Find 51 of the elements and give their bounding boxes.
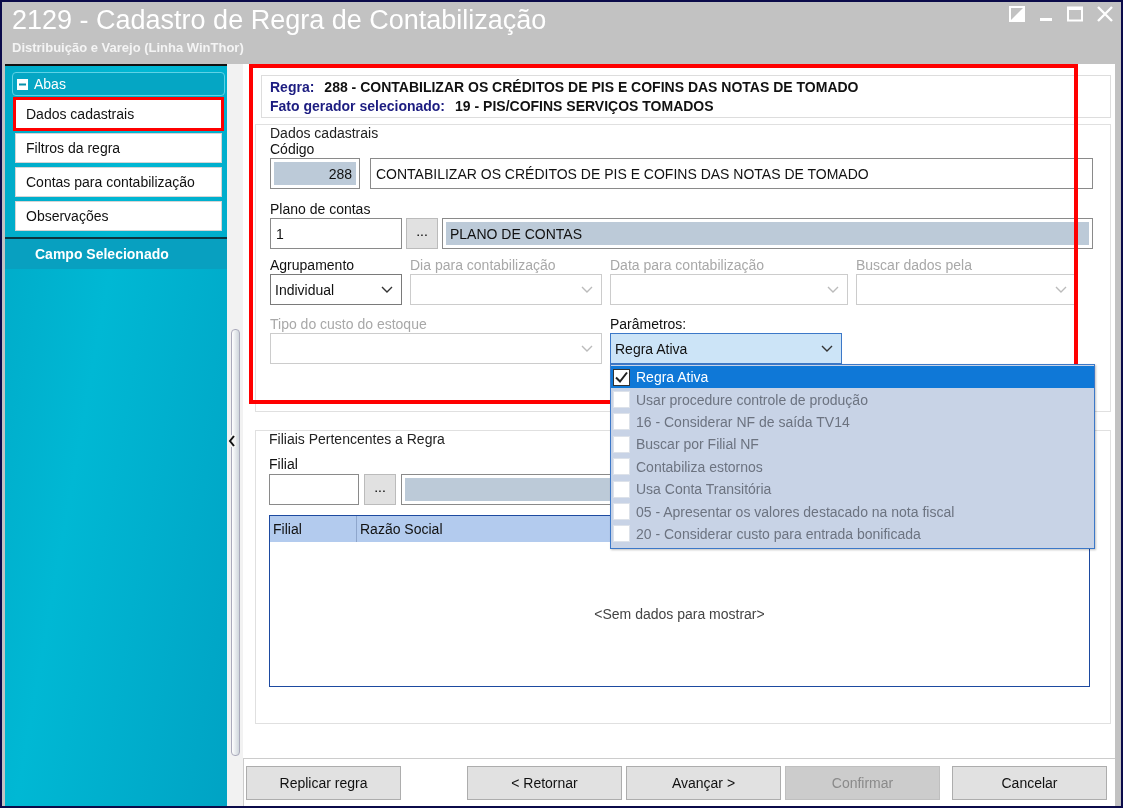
field-label: Tipo do custo do estoque: [270, 316, 427, 332]
field-label: Dia para contabilização: [410, 257, 556, 273]
sidebar-tab[interactable]: Dados cadastrais: [15, 99, 223, 129]
group-title: Filiais Pertencentes a Regra: [269, 431, 447, 447]
close-icon[interactable]: [1097, 6, 1113, 22]
lookup-button[interactable]: ...: [364, 474, 396, 505]
code-field[interactable]: 288: [270, 158, 360, 189]
chart-code-field[interactable]: 1: [270, 218, 402, 249]
trigger-value: 19 - PIS/COFINS SERVIÇOS TOMADOS: [455, 98, 714, 114]
rule-value: 288 - CONTABILIZAR OS CRÉDITOS DE PIS E COFINS DAS NOTAS DE TOMADO: [324, 79, 859, 95]
description-field[interactable]: CONTABILIZAR OS CRÉDITOS DE PIS E COFINS DAS NOTAS DE TOMADO: [370, 158, 1093, 189]
field-label: Código: [270, 141, 315, 157]
sidebar-tab[interactable]: Contas para contabilização: [15, 167, 223, 197]
action-button[interactable]: Avançar >: [626, 765, 781, 800]
chevron-down-icon: [581, 344, 593, 353]
collapse-icon[interactable]: [17, 78, 28, 90]
field-label: Filial: [269, 456, 298, 472]
window-title: 2129 - Cadastro de Regra de Contabilização: [12, 5, 547, 36]
chevron-down-icon: [821, 344, 833, 353]
column-header[interactable]: Filial: [273, 521, 302, 537]
field-label: Plano de contas: [270, 201, 371, 217]
sidebar-tab[interactable]: Observações: [15, 201, 223, 231]
field-label: Regra:: [270, 79, 315, 95]
empty-message: <Sem dados para mostrar>: [594, 606, 765, 622]
action-button[interactable]: < Retornar: [467, 765, 622, 800]
branch-field[interactable]: [269, 474, 359, 505]
chevron-left-icon[interactable]: [227, 435, 236, 447]
field-label: Agrupamento: [270, 257, 355, 273]
option-item[interactable]: Regra Ativa: [611, 366, 1094, 389]
splitter-handle[interactable]: [230, 329, 240, 756]
sidebar-tab[interactable]: Filtros da regra: [15, 133, 223, 163]
dock-icon[interactable]: [1009, 6, 1025, 22]
action-button[interactable]: Cancelar: [952, 765, 1107, 800]
chevron-down-icon: [1055, 285, 1067, 294]
field-label: Buscar dados pela: [856, 257, 972, 273]
parameters-dropdown[interactable]: Regra Ativa: [610, 333, 842, 364]
field-label: Data para contabilização: [610, 257, 765, 273]
lookup-button[interactable]: ...: [406, 218, 438, 249]
chevron-down-icon: [381, 285, 393, 294]
column-header[interactable]: Razão Social: [360, 521, 443, 537]
field-label: Fato gerador selecionado:: [270, 98, 446, 114]
chevron-down-icon: [827, 285, 839, 294]
chevron-down-icon: [581, 285, 593, 294]
checkbox[interactable]: [613, 368, 630, 386]
field-label: Parâmetros:: [610, 316, 687, 332]
chart-name-field[interactable]: PLANO DE CONTAS: [442, 218, 1093, 249]
dropdown[interactable]: Individual: [270, 274, 402, 305]
maximize-icon[interactable]: [1067, 6, 1083, 22]
section-header: Campo Selecionado: [5, 237, 228, 269]
group-title: Dados cadastrais: [270, 125, 381, 141]
action-button[interactable]: Replicar regra: [246, 765, 401, 800]
